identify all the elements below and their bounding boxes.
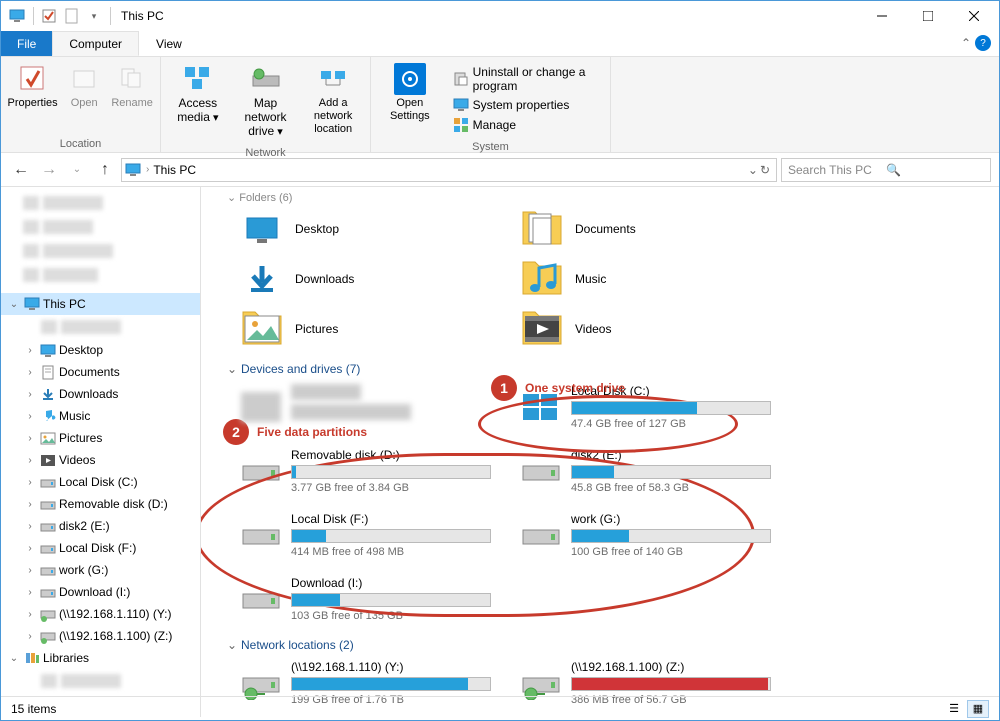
manage-button[interactable]: Manage — [447, 115, 606, 135]
map-drive-button[interactable]: Map network drive ▾ — [233, 61, 299, 141]
search-input[interactable]: Search This PC 🔍 — [781, 158, 991, 182]
folder-item[interactable]: Desktop — [241, 210, 491, 248]
tree-item[interactable]: ›Pictures — [1, 427, 200, 449]
tree-item[interactable]: ›Downloads — [1, 383, 200, 405]
tree-item[interactable]: ›Documents — [1, 361, 200, 383]
close-button[interactable] — [951, 1, 997, 31]
tree-item[interactable]: ›(\\192.168.1.100) (Z:) — [1, 625, 200, 647]
drive-item[interactable]: Removable disk (D:)3.77 GB free of 3.84 … — [241, 448, 491, 494]
ribbon-tab-row: File Computer View ⌃ ? — [1, 31, 999, 57]
annotation-1: 1One system drive — [491, 375, 625, 401]
folder-item[interactable]: Documents — [521, 210, 771, 248]
tiles-view-icon[interactable]: ▦ — [967, 700, 989, 718]
qat-dropdown-icon[interactable]: ▾ — [84, 6, 104, 26]
tree-item[interactable]: ›Desktop — [1, 339, 200, 361]
search-icon: 🔍 — [886, 163, 984, 177]
tab-view[interactable]: View — [139, 31, 199, 56]
back-button[interactable]: ← — [9, 158, 33, 182]
group-system: System — [371, 139, 610, 155]
maximize-button[interactable] — [905, 1, 951, 31]
folder-item[interactable]: Videos — [521, 310, 771, 348]
checkbox-icon[interactable] — [40, 6, 60, 26]
file-tab[interactable]: File — [1, 31, 52, 56]
navigation-bar: ← → ⌄ ↑ › This PC ⌄ ↻ Search This PC 🔍 — [1, 153, 999, 187]
drive-item[interactable]: Local Disk (F:)414 MB free of 498 MB — [241, 512, 491, 558]
ribbon: Properties Open Rename Location Access m… — [1, 57, 999, 153]
recent-dropdown[interactable]: ⌄ — [65, 158, 89, 182]
address-bar[interactable]: › This PC ⌄ ↻ — [121, 158, 777, 182]
devices-header[interactable]: Devices and drives (7) — [227, 362, 979, 376]
pc-icon — [7, 6, 27, 26]
tree-item[interactable]: ›Local Disk (C:) — [1, 471, 200, 493]
tree-item[interactable]: ›disk2 (E:) — [1, 515, 200, 537]
open-settings-button[interactable]: Open Settings — [375, 61, 445, 125]
folder-item[interactable]: Pictures — [241, 310, 491, 348]
tree-item[interactable]: ›Removable disk (D:) — [1, 493, 200, 515]
folders-header-clipped: ⌄ Folders (6) — [227, 191, 979, 204]
tree-item[interactable]: ›Music — [1, 405, 200, 427]
address-text: This PC — [153, 163, 196, 177]
drive-item[interactable]: work (G:)100 GB free of 140 GB — [521, 512, 771, 558]
properties-button[interactable]: Properties — [5, 61, 60, 112]
up-button[interactable]: ↑ — [93, 158, 117, 182]
netloc-header[interactable]: Network locations (2) — [227, 638, 979, 652]
rename-button: Rename — [108, 61, 156, 112]
uninstall-button[interactable]: Uninstall or change a program — [447, 63, 606, 95]
quick-access-toolbar: ▾ — [3, 6, 115, 26]
tree-this-pc[interactable]: ⌄ This PC — [1, 293, 200, 315]
tree-libraries[interactable]: ⌄ Libraries — [1, 647, 200, 669]
window-title: This PC — [121, 9, 164, 23]
drive-item[interactable]: Download (I:)103 GB free of 135 GB — [241, 576, 491, 622]
tab-computer[interactable]: Computer — [52, 31, 139, 56]
item-count: 15 items — [11, 702, 56, 716]
group-location: Location — [1, 136, 160, 152]
forward-button: → — [37, 158, 61, 182]
annotation-2: 2Five data partitions — [223, 419, 367, 445]
title-bar: ▾ This PC — [1, 1, 999, 31]
address-dropdown-icon[interactable]: ⌄ — [748, 163, 758, 177]
tree-item[interactable]: ›Local Disk (F:) — [1, 537, 200, 559]
status-bar: 15 items ☰ ▦ — [1, 696, 999, 720]
refresh-icon[interactable]: ↻ — [760, 163, 770, 177]
details-view-icon[interactable]: ☰ — [943, 700, 965, 718]
tree-item[interactable]: ›(\\192.168.1.110) (Y:) — [1, 603, 200, 625]
tree-item[interactable]: ›work (G:) — [1, 559, 200, 581]
content-pane[interactable]: ⌄ Folders (6) Desktop Documents Downloads M… — [201, 187, 999, 717]
access-media-button[interactable]: Access media ▾ — [165, 61, 231, 127]
tree-item[interactable]: ›Videos — [1, 449, 200, 471]
open-button: Open — [62, 61, 106, 112]
pc-icon — [124, 162, 142, 178]
folder-item[interactable]: Music — [521, 260, 771, 298]
navigation-tree[interactable]: ⌄ This PC ›Desktop›Documents›Downloads›M… — [1, 187, 201, 717]
add-net-location-button[interactable]: Add a network location — [300, 61, 366, 138]
search-placeholder: Search This PC — [788, 163, 886, 177]
ribbon-collapse-icon[interactable]: ⌃ — [961, 36, 971, 50]
system-props-button[interactable]: System properties — [447, 95, 606, 115]
drive-item[interactable]: disk2 (E:)45.8 GB free of 58.3 GB — [521, 448, 771, 494]
tree-item[interactable]: ›Download (I:) — [1, 581, 200, 603]
minimize-button[interactable] — [859, 1, 905, 31]
folder-item[interactable]: Downloads — [241, 260, 491, 298]
help-icon[interactable]: ? — [975, 35, 991, 51]
blank-doc-icon[interactable] — [62, 6, 82, 26]
